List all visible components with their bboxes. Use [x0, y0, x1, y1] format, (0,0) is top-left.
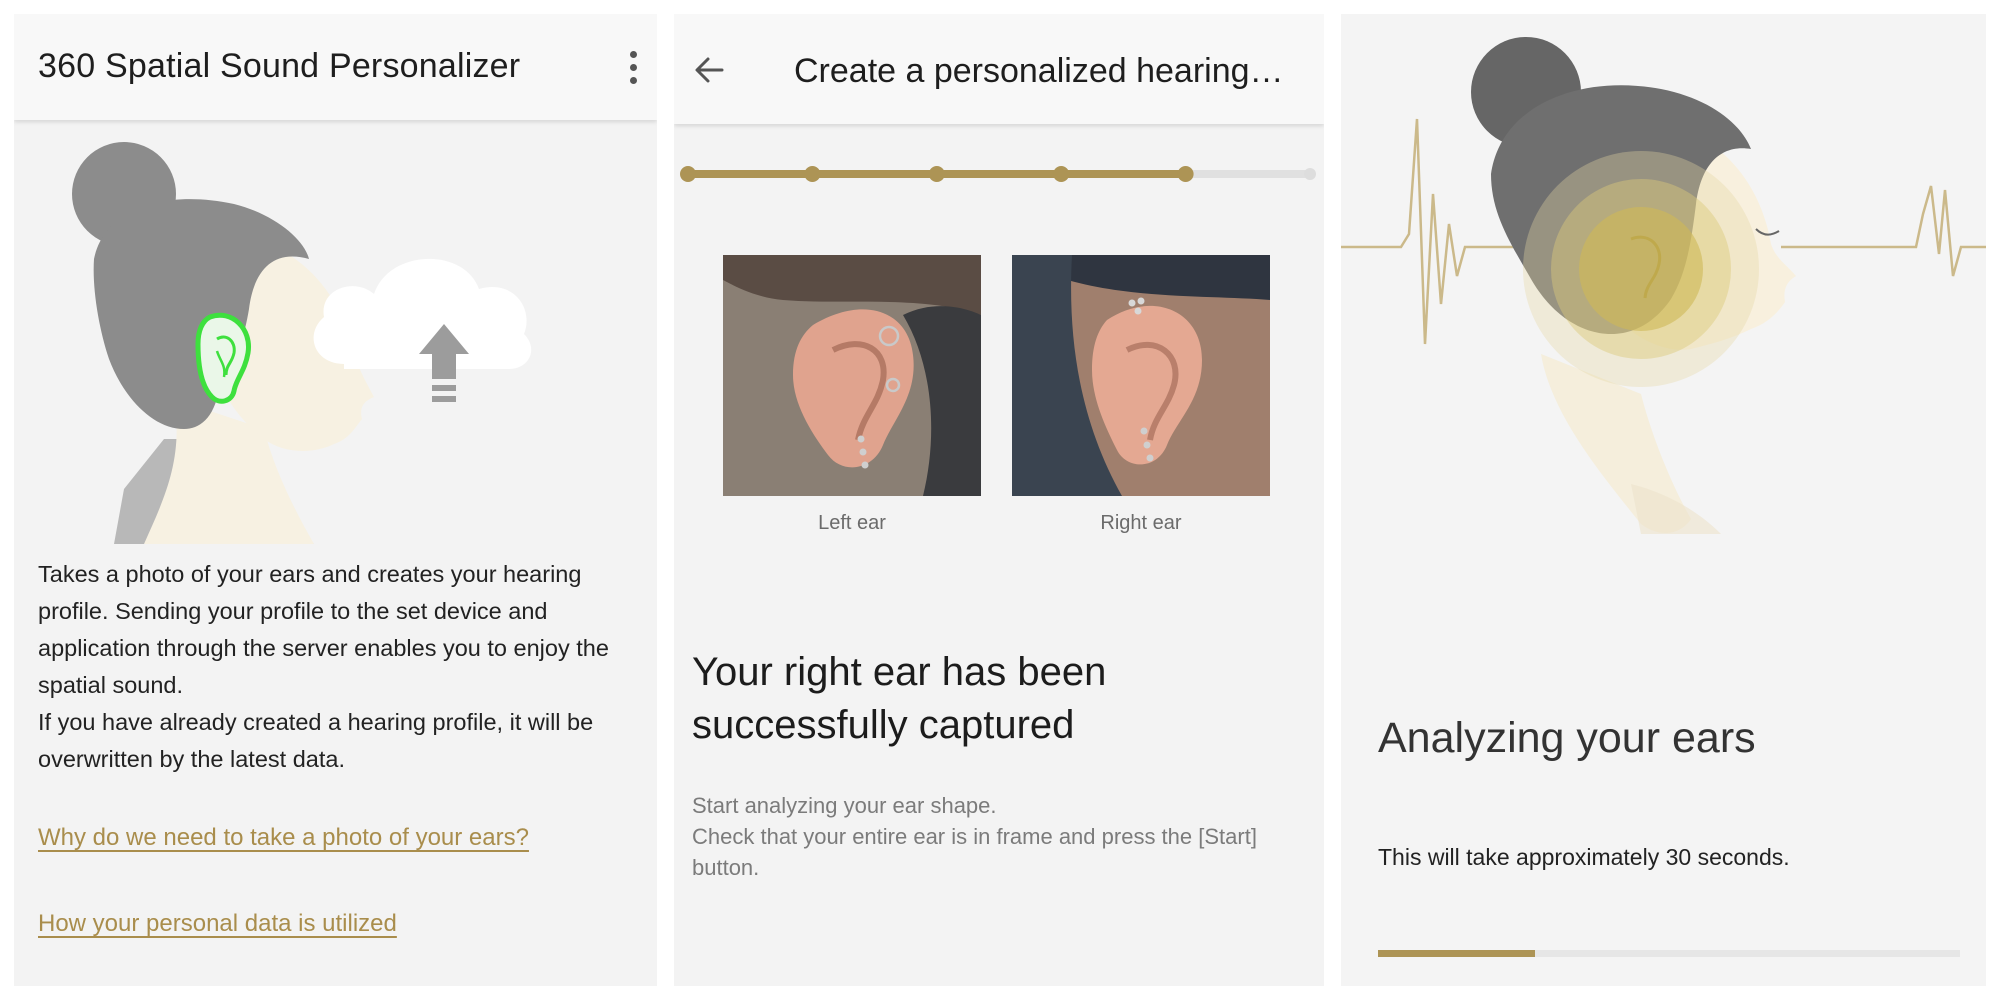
- sound-glow: [1523, 151, 1759, 387]
- capture-headline: Your right ear has been successfully cap…: [692, 650, 1107, 747]
- more-vert-icon[interactable]: [621, 48, 645, 88]
- step-dot: [1304, 168, 1316, 180]
- analyzing-title: Analyzing your ears: [1378, 714, 1756, 762]
- arrow-back-icon[interactable]: [692, 52, 728, 88]
- right-ear-caption: Right ear: [1100, 512, 1182, 534]
- step-dot: [928, 166, 945, 182]
- instruction-line-1: Start analyzing your ear shape.: [692, 793, 997, 818]
- left-ear-caption: Left ear: [818, 512, 886, 534]
- analysis-progress-bar: [1378, 950, 1960, 957]
- head-profile-illustration: [72, 142, 532, 544]
- step-dot: [1177, 166, 1194, 182]
- left-ear-photo: [723, 255, 981, 496]
- right-ear-photo: [1012, 255, 1270, 496]
- step-dot: [680, 166, 696, 182]
- capture-result-screen: Create a personalized hearing… Left ear …: [674, 14, 1324, 986]
- description-text: Takes a photo of your ears and creates y…: [38, 556, 638, 778]
- personal-data-link[interactable]: How your personal data is utilized: [38, 910, 397, 938]
- step-dot: [804, 166, 821, 182]
- step-progress: [680, 166, 1316, 182]
- screen-title: Create a personalized hearing…: [794, 52, 1284, 90]
- step-dot: [1053, 166, 1070, 182]
- duration-text: This will take approximately 30 seconds.: [1378, 844, 1790, 870]
- intro-screen: 360 Spatial Sound Personalizer Takes a p…: [14, 14, 657, 986]
- app-title: 360 Spatial Sound Personalizer: [38, 47, 521, 85]
- description-paragraph-2: If you have already created a hearing pr…: [38, 709, 594, 772]
- analyzing-illustration: [1341, 37, 1986, 534]
- analyzing-screen: Analyzing your ears This will take appro…: [1341, 14, 1986, 986]
- description-paragraph-1: Takes a photo of your ears and creates y…: [38, 561, 609, 698]
- app-bar: Create a personalized hearing…: [674, 14, 1324, 124]
- instruction-line-2: Check that your entire ear is in frame a…: [692, 824, 1257, 880]
- app-bar: 360 Spatial Sound Personalizer: [14, 14, 657, 120]
- analysis-progress-fill: [1378, 950, 1536, 957]
- instruction-text: Start analyzing your ear shape. Check th…: [692, 790, 1312, 883]
- why-photo-link[interactable]: Why do we need to take a photo of your e…: [38, 824, 529, 852]
